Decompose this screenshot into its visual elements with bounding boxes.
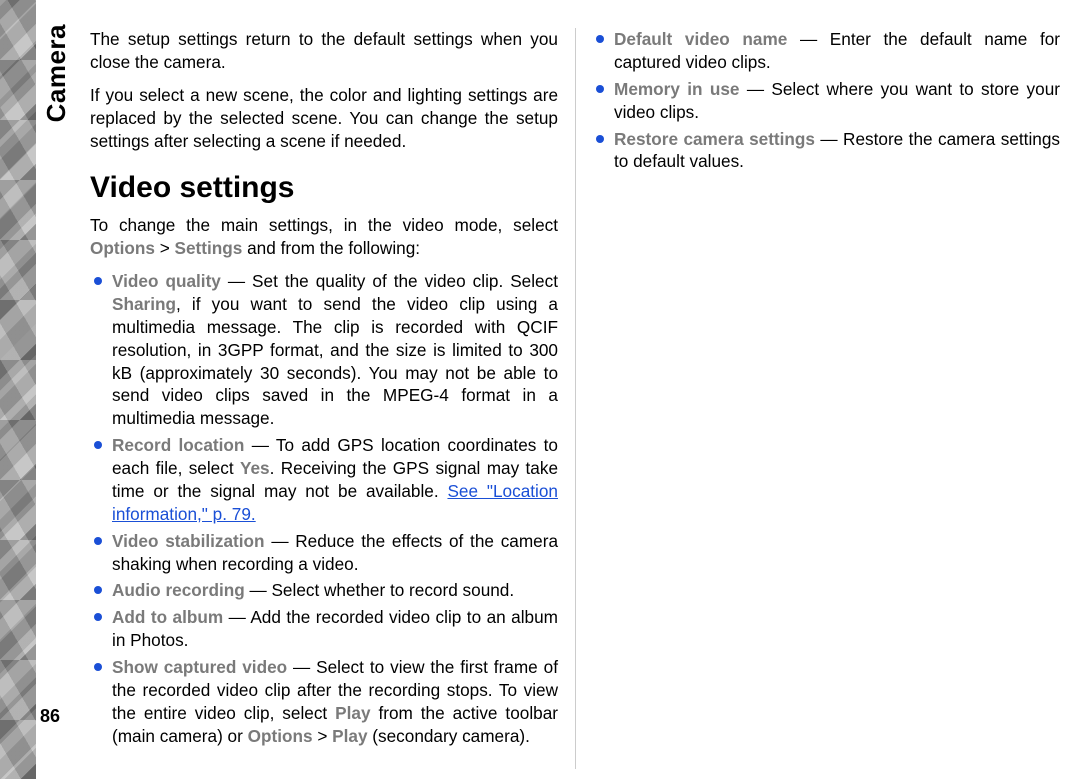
item-default-video-name: Default video name — Enter the default n… bbox=[592, 28, 1060, 74]
section-label-text: Camera bbox=[41, 24, 72, 122]
term-settings: Settings bbox=[175, 238, 243, 258]
term-play-1: Play bbox=[335, 703, 370, 723]
term-options: Options bbox=[90, 238, 155, 258]
term-restore-camera-settings: Restore camera settings bbox=[614, 129, 815, 149]
item-restore-camera-settings: Restore camera settings — Restore the ca… bbox=[592, 128, 1060, 174]
term-sharing: Sharing bbox=[112, 294, 176, 314]
term-yes: Yes bbox=[240, 458, 270, 478]
term-memory-in-use: Memory in use bbox=[614, 79, 739, 99]
heading-video-settings: Video settings bbox=[90, 168, 558, 208]
page-margin-art bbox=[0, 0, 36, 779]
term-video-stabilization: Video stabilization bbox=[112, 531, 265, 551]
item-video-stabilization: Video stabilization — Reduce the effects… bbox=[90, 530, 558, 576]
term-show-captured-video: Show captured video bbox=[112, 657, 287, 677]
term-record-location: Record location bbox=[112, 435, 244, 455]
intro-paragraph-2: If you select a new scene, the color and… bbox=[90, 84, 558, 153]
term-add-to-album: Add to album bbox=[112, 607, 223, 627]
section-label: Camera bbox=[36, 0, 76, 779]
item-audio-recording: Audio recording — Select whether to reco… bbox=[90, 579, 558, 602]
item-memory-in-use: Memory in use — Select where you want to… bbox=[592, 78, 1060, 124]
term-default-video-name: Default video name bbox=[614, 29, 787, 49]
page-body: The setup settings return to the default… bbox=[90, 28, 1060, 769]
page-number: 86 bbox=[40, 706, 60, 727]
settings-intro: To change the main settings, in the vide… bbox=[90, 214, 558, 260]
intro-paragraph-1: The setup settings return to the default… bbox=[90, 28, 558, 74]
item-video-quality: Video quality — Set the quality of the v… bbox=[90, 270, 558, 430]
item-record-location: Record location — To add GPS location co… bbox=[90, 434, 558, 526]
term-video-quality: Video quality bbox=[112, 271, 221, 291]
item-show-captured-video: Show captured video — Select to view the… bbox=[90, 656, 558, 748]
term-audio-recording: Audio recording bbox=[112, 580, 245, 600]
term-play-2: Play bbox=[332, 726, 367, 746]
item-add-to-album: Add to album — Add the recorded video cl… bbox=[90, 606, 558, 652]
term-options-2: Options bbox=[248, 726, 313, 746]
